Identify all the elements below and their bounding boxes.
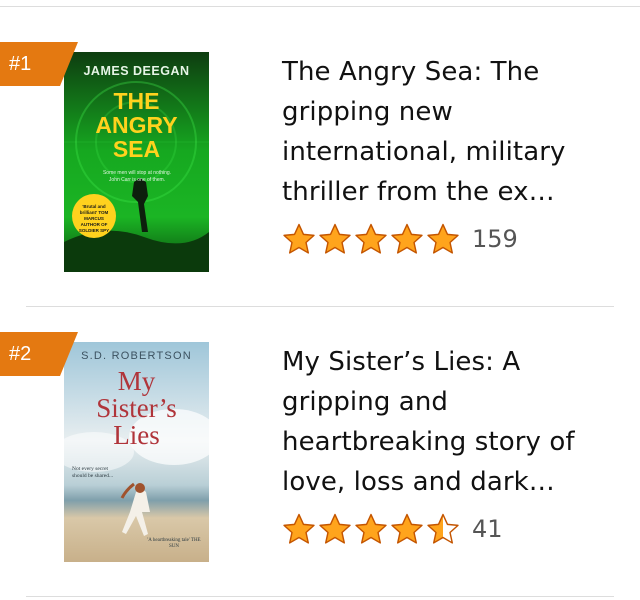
book-title[interactable]: My Sister’s Lies: A gripping and heartbr… — [282, 342, 612, 502]
star-full-icon — [283, 223, 315, 254]
cover-title-line2: ANGRY — [95, 112, 178, 138]
bottom-divider — [26, 596, 614, 597]
star-full-icon — [319, 513, 351, 544]
cover-author: S.D. ROBERTSON — [81, 350, 192, 362]
book-title[interactable]: The Angry Sea: The gripping new internat… — [282, 52, 612, 212]
rank-label: #2 — [9, 343, 32, 365]
star-rating[interactable]: 159 — [282, 223, 518, 255]
cover-title-line1: My — [117, 366, 156, 396]
cover-blurb-badge: 'Brutal and brilliant' TOM MARCUS AUTHOR… — [72, 194, 116, 238]
star-full-icon — [391, 223, 423, 254]
rank-label: #1 — [9, 53, 32, 75]
rank-badge: #2 — [0, 332, 78, 376]
star-full-icon — [355, 223, 387, 254]
cover-blurb: 'A heartbreaking tale' THE SUN — [147, 538, 201, 549]
cover-title-line1: THE — [113, 88, 160, 114]
cover-blurb: 'Brutal and brilliant' TOM MARCUS AUTHOR… — [78, 204, 110, 233]
cover-author: JAMES DEEGAN — [83, 64, 190, 78]
star-full-icon — [319, 223, 351, 254]
star-full-icon — [283, 513, 315, 544]
star-rating[interactable]: 41 — [282, 513, 503, 545]
cover-title-line3: SEA — [112, 136, 161, 162]
book-cover[interactable]: JAMES DEEGAN THE ANGRY SEA Some men will… — [64, 52, 209, 272]
rank-badge: #1 — [0, 42, 78, 86]
review-count[interactable]: 41 — [472, 515, 503, 543]
star-half-icon — [427, 513, 459, 544]
top-divider — [0, 6, 640, 7]
star-full-icon — [391, 513, 423, 544]
item-divider — [26, 306, 614, 307]
stars — [282, 223, 460, 255]
cover-title-line2: Sister’s — [96, 393, 177, 423]
book-cover[interactable]: S.D. ROBERTSON My Sister’s Lies Not ever… — [64, 342, 209, 562]
review-count[interactable]: 159 — [472, 225, 518, 253]
list-item[interactable]: #2 S.D. ROBERTSON My Sister’s Lies Not e… — [0, 332, 640, 568]
cover-tagline: Some men will stop at nothing. John Carr… — [102, 170, 172, 183]
cover-title-line3: Lies — [113, 420, 160, 450]
stars — [282, 513, 460, 545]
star-full-icon — [427, 223, 459, 254]
cover-tagline: Not every secret should be shared... — [72, 466, 114, 479]
star-full-icon — [355, 513, 387, 544]
list-item[interactable]: #1 JAMES DEEGAN THE ANGRY SEA Some men w… — [0, 42, 640, 272]
